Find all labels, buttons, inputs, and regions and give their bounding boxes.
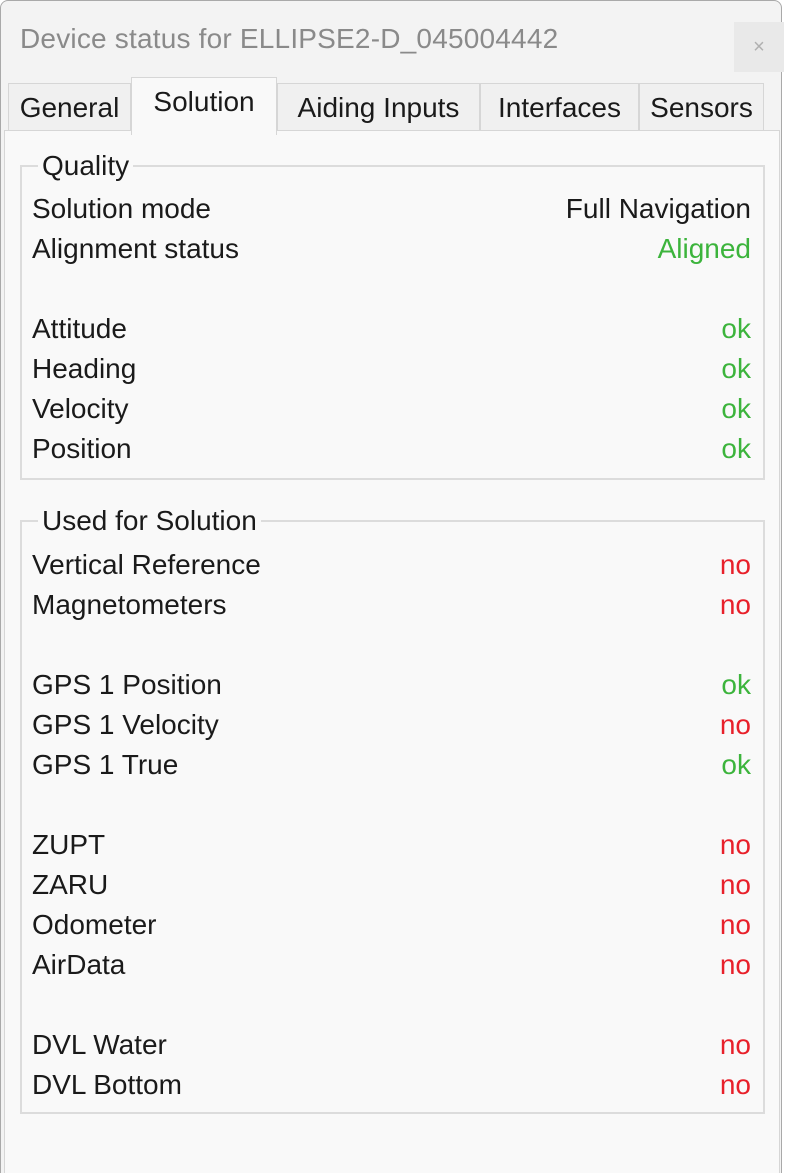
- used-for-solution-row-value: ok: [721, 749, 751, 780]
- used-for-solution-row-value: no: [719, 869, 751, 900]
- quality-row-label: Heading: [32, 353, 137, 384]
- quality-row-value: Aligned: [657, 233, 751, 264]
- quality-group-title: Quality: [38, 149, 134, 183]
- used-for-solution-row-label: GPS 1 True: [32, 749, 179, 780]
- tab-aiding-inputs[interactable]: Aiding Inputs: [277, 83, 480, 131]
- window-title: Device status for ELLIPSE2-D_045004442: [20, 23, 559, 54]
- tab-general[interactable]: General: [8, 83, 131, 131]
- tab-interfaces[interactable]: Interfaces: [480, 83, 639, 131]
- quality-row-label: Alignment status: [32, 233, 239, 264]
- close-icon: ×: [753, 35, 765, 58]
- tab-solution[interactable]: Solution: [131, 77, 277, 135]
- used-for-solution-row-label: DVL Bottom: [32, 1069, 182, 1100]
- tab-label: Solution: [153, 86, 255, 117]
- quality-row-value: ok: [721, 353, 751, 384]
- quality-row-value: ok: [721, 433, 751, 464]
- quality-row-label: Velocity: [32, 393, 129, 424]
- used-for-solution-row-value: ok: [721, 669, 751, 700]
- used-for-solution-row-label: DVL Water: [32, 1029, 167, 1060]
- used-for-solution-row-value: no: [719, 709, 751, 740]
- used-for-solution-row-value: no: [719, 909, 751, 940]
- quality-row-value: ok: [721, 313, 751, 344]
- used-for-solution-row-value: no: [719, 949, 751, 980]
- used-for-solution-row-label: AirData: [32, 949, 126, 980]
- used-for-solution-row-value: no: [719, 589, 751, 620]
- used-for-solution-row-label: GPS 1 Velocity: [32, 709, 219, 740]
- used-for-solution-row-label: Vertical Reference: [32, 549, 261, 580]
- solution-tab-panel: Quality Solution mode Full Navigation Alig…: [4, 130, 780, 1173]
- quality-row-value: ok: [721, 393, 751, 424]
- close-button[interactable]: ×: [734, 22, 784, 72]
- used-for-solution-row-label: Magnetometers: [32, 589, 227, 620]
- used-for-solution-row-value: no: [719, 829, 751, 860]
- used-for-solution-row-label: GPS 1 Position: [32, 669, 222, 700]
- quality-row-label: Attitude: [32, 313, 127, 344]
- used-for-solution-row-value: no: [719, 1029, 751, 1060]
- used-for-solution-row-label: Odometer: [32, 909, 157, 940]
- used-for-solution-row-label: ZUPT: [32, 829, 106, 860]
- quality-row-label: Position: [32, 433, 132, 464]
- tab-label: Sensors: [650, 91, 753, 123]
- quality-row-value: Full Navigation: [565, 193, 751, 224]
- used-for-solution-group-title: Used for Solution: [38, 504, 261, 538]
- tab-label: General: [19, 91, 120, 123]
- tab-label: Interfaces: [498, 91, 621, 123]
- used-for-solution-row-label: ZARU: [32, 869, 109, 900]
- tab-label: Aiding Inputs: [297, 91, 460, 123]
- title-bar[interactable]: Device status for ELLIPSE2-D_045004442 ×: [1, 1, 784, 79]
- tab-sensors[interactable]: Sensors: [639, 83, 764, 131]
- used-for-solution-row-value: no: [719, 1069, 751, 1100]
- quality-row-label: Solution mode: [32, 193, 212, 224]
- used-for-solution-row-value: no: [719, 549, 751, 580]
